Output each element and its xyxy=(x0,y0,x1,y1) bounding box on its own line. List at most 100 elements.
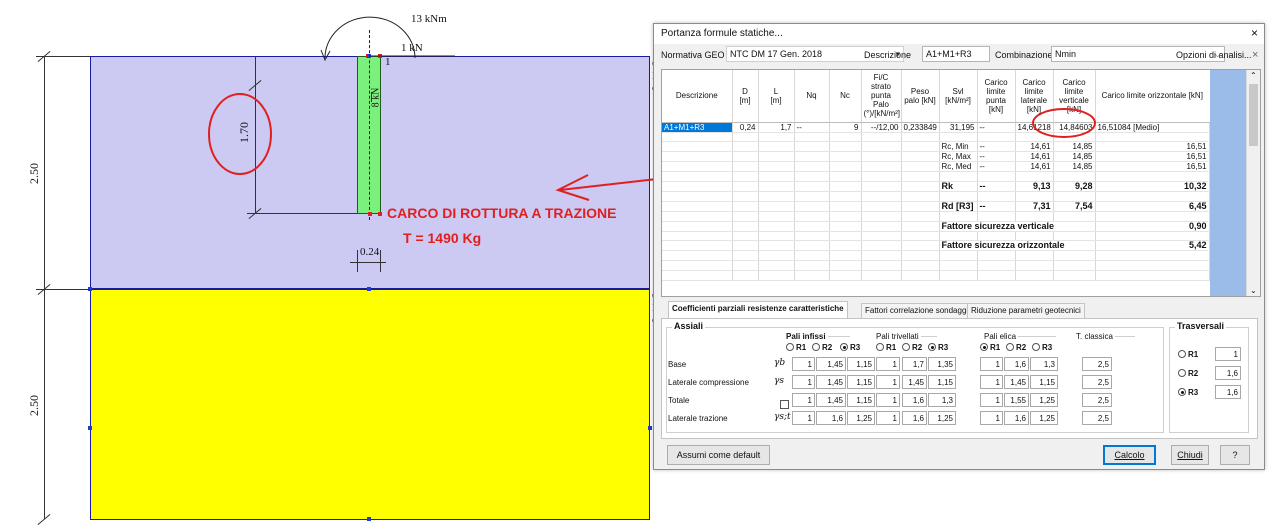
coefficient-input[interactable]: 1,15 xyxy=(847,375,875,389)
coefficient-input[interactable]: 1,15 xyxy=(847,393,875,407)
coefficient-input[interactable]: 1,3 xyxy=(1030,357,1058,371)
coefficient-input[interactable]: 1 xyxy=(792,375,815,389)
default-button[interactable]: Assumi come default xyxy=(667,445,770,465)
table-row[interactable] xyxy=(662,260,1210,272)
coefficient-input[interactable]: 1,35 xyxy=(928,357,956,371)
table-row[interactable] xyxy=(662,231,1210,242)
coefficient-set-radio[interactable]: R2 xyxy=(902,343,922,352)
tab-riduzione-parametri[interactable]: Riduzione parametri geotecnici xyxy=(967,303,1085,318)
table-row[interactable] xyxy=(662,270,1210,281)
coefficient-input[interactable]: 1,15 xyxy=(928,375,956,389)
coefficient-input[interactable]: 2,5 xyxy=(1082,393,1112,407)
coefficient-set-radio[interactable]: R2 xyxy=(1006,343,1026,352)
coefficient-input[interactable]: 1,45 xyxy=(816,375,846,389)
table-row[interactable] xyxy=(662,211,1210,222)
coefficient-input[interactable]: 1,25 xyxy=(1030,411,1058,425)
coefficient-input[interactable]: 1,15 xyxy=(847,357,875,371)
close-icon[interactable]: × xyxy=(1251,26,1258,40)
scrollbar-thumb[interactable] xyxy=(1249,84,1258,146)
coefficient-input[interactable]: 1 xyxy=(876,375,900,389)
coefficient-input[interactable]: 1,45 xyxy=(1004,375,1029,389)
tab-fattori-correlazione[interactable]: Fattori correlazione sondaggi xyxy=(861,303,973,318)
coefficient-set-radio[interactable]: R3 xyxy=(840,343,860,352)
coefficient-input[interactable]: 1 xyxy=(876,357,900,371)
table-row[interactable]: Rc, Med -- 14,61 14,85 16,51 xyxy=(662,161,1210,173)
grid-header-cell[interactable]: Carico limite punta [kN] xyxy=(977,70,1016,123)
coefficient-input[interactable]: 1,15 xyxy=(1030,375,1058,389)
scroll-up-icon[interactable]: ⌃ xyxy=(1250,71,1257,80)
grid-header-cell[interactable]: D [m] xyxy=(732,70,759,123)
dialog-titlebar[interactable]: Portanza formule statiche... × xyxy=(654,24,1264,44)
tab-coefficienti[interactable]: Coefficienti parziali resistenze caratte… xyxy=(668,301,848,319)
coefficient-input[interactable]: 1 xyxy=(980,375,1003,389)
grid-header-cell[interactable]: Svl [kN/m²] xyxy=(939,70,978,123)
coefficient-input[interactable]: 1 xyxy=(980,357,1003,371)
coefficient-input[interactable]: 1 xyxy=(980,411,1003,425)
coefficient-input[interactable]: 2,5 xyxy=(1082,375,1112,389)
coefficient-input[interactable]: 1 xyxy=(876,411,900,425)
grid-scrollbar[interactable]: ⌃ ⌄ xyxy=(1246,70,1260,296)
coefficient-input[interactable]: 1,55 xyxy=(1004,393,1029,407)
close-button[interactable]: Chiudi xyxy=(1171,445,1209,465)
coefficient-input[interactable]: 1 xyxy=(980,393,1003,407)
coefficient-input[interactable]: 1,6 xyxy=(816,411,846,425)
coefficient-input[interactable]: 1,6 xyxy=(902,393,927,407)
table-row[interactable]: Fattore sicurezza orizzontale 5,42 xyxy=(662,240,1210,252)
grid-header-cell[interactable]: Fi/C strato punta Palo (°)/[kN/m²] xyxy=(861,70,902,123)
coefficient-input[interactable]: 1 xyxy=(792,357,815,371)
coefficient-input[interactable]: 1 xyxy=(876,393,900,407)
grid-header-cell[interactable]: Descrizione xyxy=(662,70,733,123)
table-row[interactable] xyxy=(662,250,1210,262)
grid-header-cell[interactable]: Peso palo [kN] xyxy=(901,70,940,123)
table-row[interactable]: Rc, Min -- 14,61 14,85 16,51 xyxy=(662,141,1210,153)
trasversali-radio[interactable]: R3 xyxy=(1178,388,1198,397)
table-row[interactable]: Rk -- 9,13 9,28 10,32 xyxy=(662,181,1210,193)
options-button[interactable]: Opzioni di analisi... xyxy=(1176,50,1252,60)
table-cell xyxy=(861,201,902,212)
trasversali-input[interactable]: 1 xyxy=(1215,347,1241,361)
coefficient-set-radio[interactable]: R3 xyxy=(928,343,948,352)
grid-header-cell[interactable]: Nc xyxy=(829,70,862,123)
table-row[interactable]: Rd [R3] -- 7,31 7,54 6,45 xyxy=(662,201,1210,212)
coefficient-input[interactable]: 2,5 xyxy=(1082,411,1112,425)
trasversali-radio[interactable]: R1 xyxy=(1178,350,1198,359)
table-row[interactable] xyxy=(662,191,1210,202)
coefficient-input[interactable]: 1 xyxy=(792,393,815,407)
coefficient-set-radio[interactable]: R3 xyxy=(1032,343,1052,352)
trasversali-radio[interactable]: R2 xyxy=(1178,369,1198,378)
coefficient-input[interactable]: 1,25 xyxy=(847,411,875,425)
table-row[interactable] xyxy=(662,171,1210,183)
results-grid[interactable]: Descrizione D [m] L [m] Nq Nc Fi/C strato pun… xyxy=(661,69,1261,297)
table-row[interactable]: Rc, Max -- 14,61 14,85 16,51 xyxy=(662,151,1210,163)
help-button[interactable]: ? xyxy=(1220,445,1250,465)
calc-button[interactable]: Calcolo xyxy=(1103,445,1156,465)
coefficient-input[interactable]: 1,3 xyxy=(928,393,956,407)
coefficient-input[interactable]: 1,25 xyxy=(928,411,956,425)
coefficient-input[interactable]: 1,45 xyxy=(816,393,846,407)
coefficient-input[interactable]: 1,6 xyxy=(1004,411,1029,425)
coefficient-input[interactable]: 1,45 xyxy=(816,357,846,371)
coefficient-input[interactable]: 1,45 xyxy=(902,375,927,389)
table-row[interactable] xyxy=(662,132,1210,143)
coefficient-set-radio[interactable]: R1 xyxy=(786,343,806,352)
trasversali-input[interactable]: 1,6 xyxy=(1215,366,1241,380)
trasversali-input[interactable]: 1,6 xyxy=(1215,385,1241,399)
coefficient-set-radio[interactable]: R1 xyxy=(876,343,896,352)
options-close-icon[interactable]: × xyxy=(1252,49,1258,61)
grid-header-cell[interactable]: Nq xyxy=(794,70,830,123)
table-row[interactable]: A1+M1+R3 0,24 1,7 -- 9 --/12,00 0,233849 31,195… xyxy=(662,122,1210,133)
totale-checkbox[interactable] xyxy=(780,400,789,409)
coefficient-set-radio[interactable]: R2 xyxy=(812,343,832,352)
coefficient-input[interactable]: 1,6 xyxy=(1004,357,1029,371)
scroll-down-icon[interactable]: ⌄ xyxy=(1250,286,1257,295)
grid-header-cell[interactable]: L [m] xyxy=(758,70,795,123)
coefficient-input[interactable]: 1,25 xyxy=(1030,393,1058,407)
descrizione-field[interactable]: A1+M1+R3 xyxy=(922,46,990,62)
table-row[interactable]: Fattore sicurezza verticale 0,90 xyxy=(662,221,1210,232)
grid-header-cell[interactable]: Carico limite orizzontale [kN] xyxy=(1095,70,1209,123)
coefficient-input[interactable]: 1,6 xyxy=(902,411,927,425)
coefficient-input[interactable]: 1,7 xyxy=(902,357,927,371)
coefficient-input[interactable]: 2,5 xyxy=(1082,357,1112,371)
coefficient-input[interactable]: 1 xyxy=(792,411,815,425)
coefficient-set-radio[interactable]: R1 xyxy=(980,343,1000,352)
